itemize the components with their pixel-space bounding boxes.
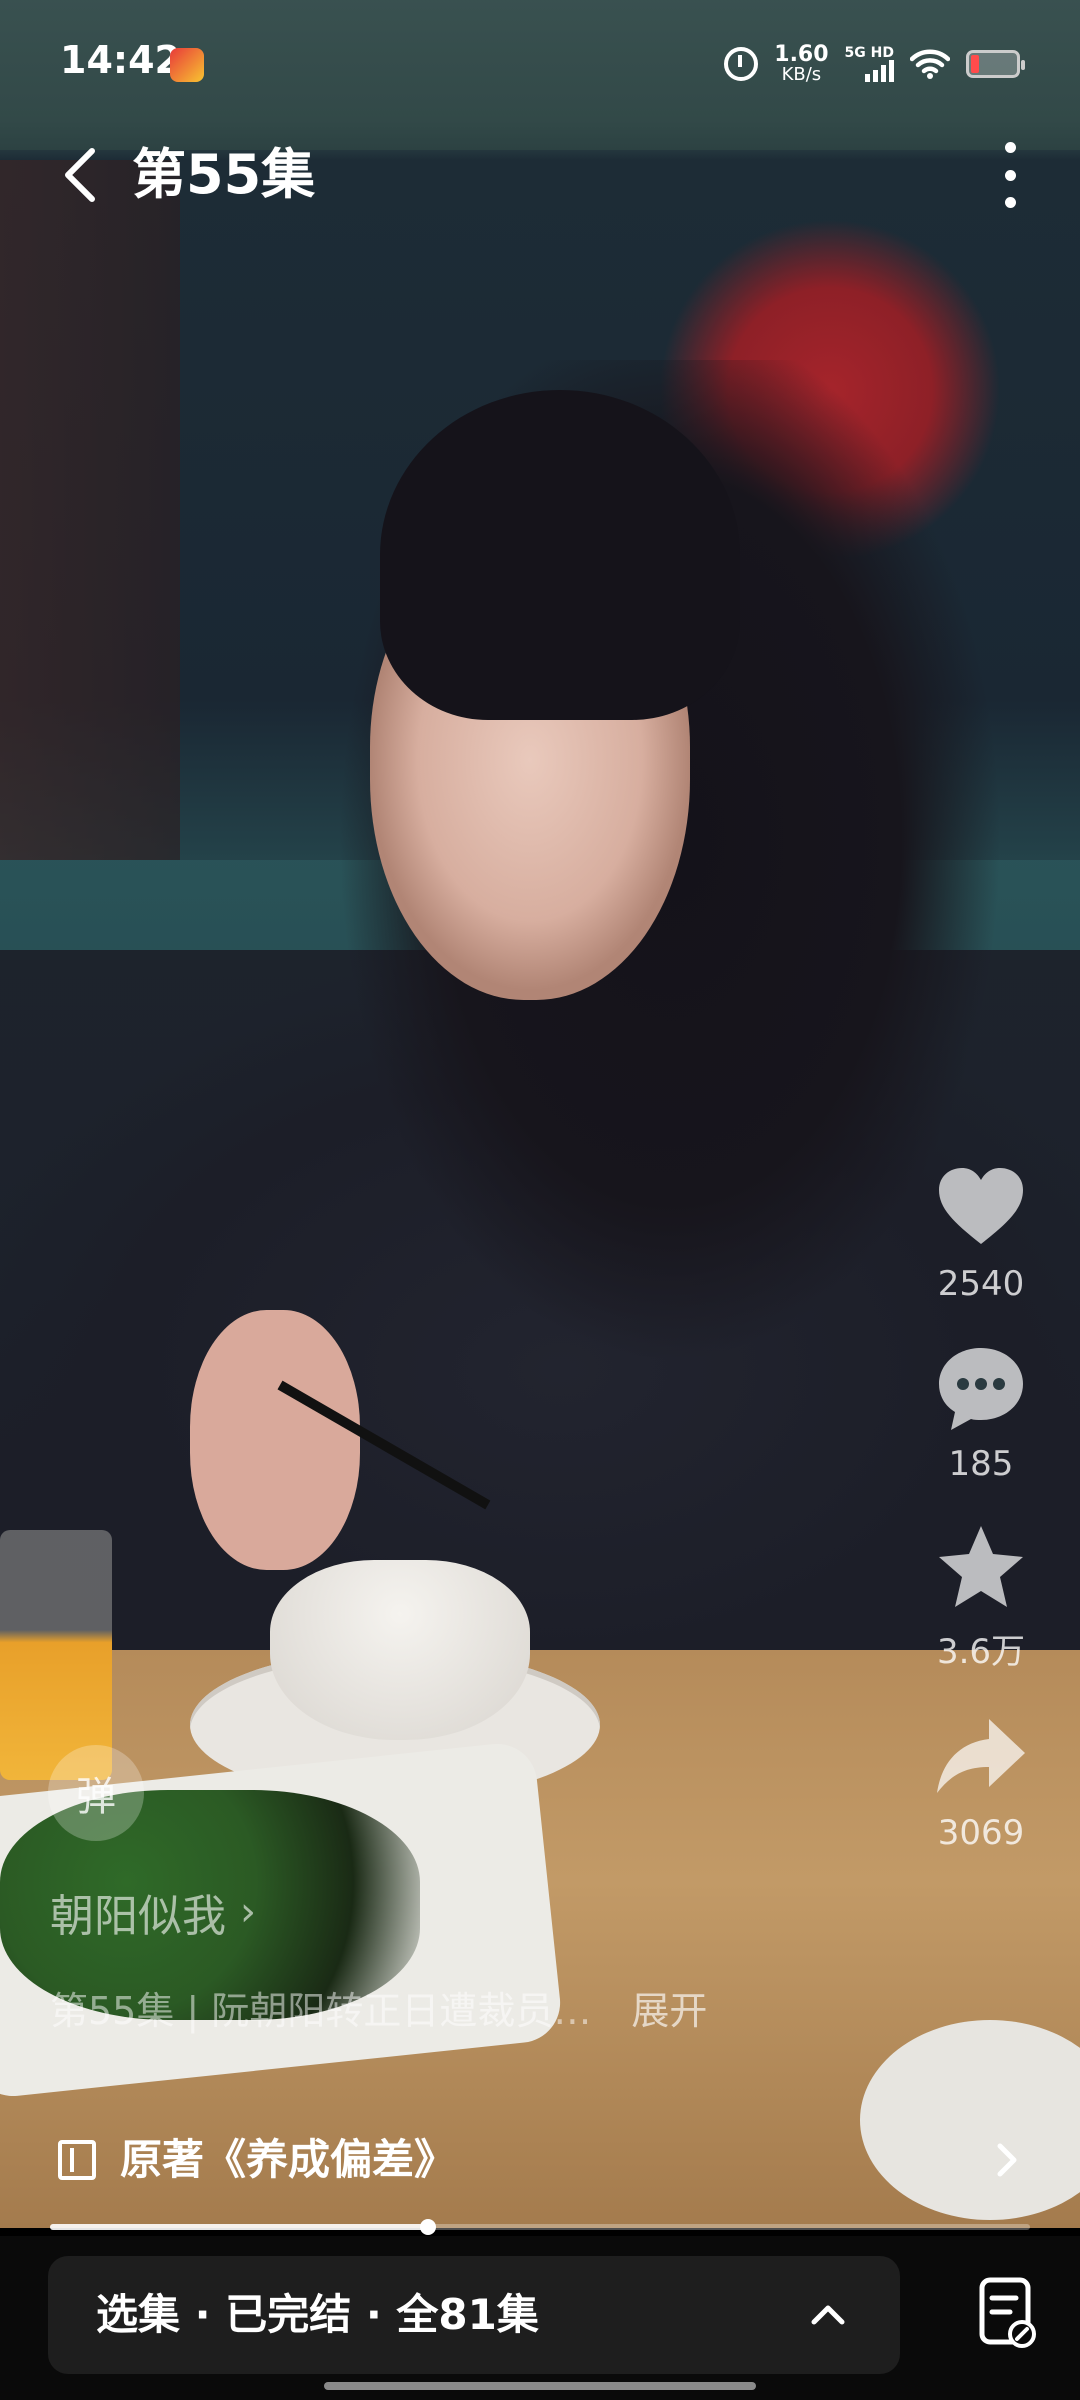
cellular-signal-icon: 5G HD <box>845 46 894 82</box>
top-navigation: 第55集 <box>0 130 1080 220</box>
alarm-icon <box>724 47 759 81</box>
like-count: 2540 <box>937 1264 1025 1304</box>
video-scene-hand <box>190 1310 360 1570</box>
chevron-right-icon: › <box>240 1889 256 1935</box>
home-indicator[interactable] <box>324 2382 756 2390</box>
action-rail: 2540 185 3.6万 3069 <box>906 1160 1056 1889</box>
video-scene-wall-left <box>0 160 180 860</box>
video-scene-juice-glass <box>0 1530 112 1780</box>
battery-icon <box>966 50 1025 78</box>
comment-button[interactable]: 185 <box>906 1340 1056 1484</box>
network-type-label: 5G HD <box>844 45 894 61</box>
share-count: 3069 <box>937 1813 1025 1853</box>
description-text: 第55集 | 阮朝阳转正日遭裁员… <box>50 1989 592 2033</box>
episode-description: 第55集 | 阮朝阳转正日遭裁员… 展开 <box>50 1980 810 2035</box>
playback-progress-bar[interactable] <box>50 2219 1030 2235</box>
favorite-count: 3.6万 <box>936 1632 1026 1672</box>
network-speed: 1.60 KB/s <box>774 44 828 84</box>
danmu-label: 弹 <box>76 1774 116 1820</box>
app-notification-icon <box>170 48 204 82</box>
progress-fill <box>50 2224 429 2230</box>
status-indicators: 1.60 KB/s 5G HD <box>724 44 1025 84</box>
comment-icon <box>939 1348 1023 1430</box>
share-icon <box>937 1719 1025 1793</box>
wifi-icon <box>910 49 950 79</box>
episode-selector-label: 选集 · 已完结 · 全81集 <box>96 2290 539 2339</box>
author-name: 朝阳似我 <box>50 1891 226 1942</box>
favorite-button[interactable]: 3.6万 <box>906 1520 1056 1673</box>
chevron-up-icon <box>811 2305 845 2325</box>
notes-icon[interactable] <box>978 2276 1038 2350</box>
page-title: 第55集 <box>132 143 316 206</box>
heart-icon <box>939 1168 1023 1244</box>
back-button[interactable] <box>50 140 110 210</box>
original-novel-label: 原著《养成偏差》 <box>120 2135 457 2184</box>
star-icon <box>939 1526 1023 1607</box>
book-icon <box>58 2140 96 2180</box>
bottom-bar: 选集 · 已完结 · 全81集 <box>0 2236 1080 2400</box>
network-speed-unit: KB/s <box>781 64 822 85</box>
original-novel-link[interactable]: 原著《养成偏差》 <box>0 2120 1080 2200</box>
more-options-button[interactable] <box>990 142 1030 208</box>
episode-selector-button[interactable]: 选集 · 已完结 · 全81集 <box>48 2256 900 2374</box>
status-time: 14:42 <box>60 38 181 82</box>
video-scene-bowl <box>270 1560 530 1740</box>
status-bar: 14:42 1.60 KB/s 5G HD <box>0 0 1080 120</box>
more-icon <box>1004 142 1016 153</box>
progress-handle[interactable] <box>420 2219 437 2235</box>
chevron-right-icon <box>997 2143 1017 2177</box>
series-author[interactable]: 朝阳似我 › <box>50 1880 256 1944</box>
comment-count: 185 <box>948 1444 1014 1484</box>
expand-button[interactable]: 展开 <box>631 1980 707 2035</box>
danmu-toggle-button[interactable]: 弹 <box>48 1745 144 1841</box>
share-button[interactable]: 3069 <box>906 1709 1056 1853</box>
back-icon <box>65 148 95 202</box>
network-speed-value: 1.60 <box>774 42 829 67</box>
video-scene-person-fringe <box>380 390 740 720</box>
like-button[interactable]: 2540 <box>906 1160 1056 1304</box>
